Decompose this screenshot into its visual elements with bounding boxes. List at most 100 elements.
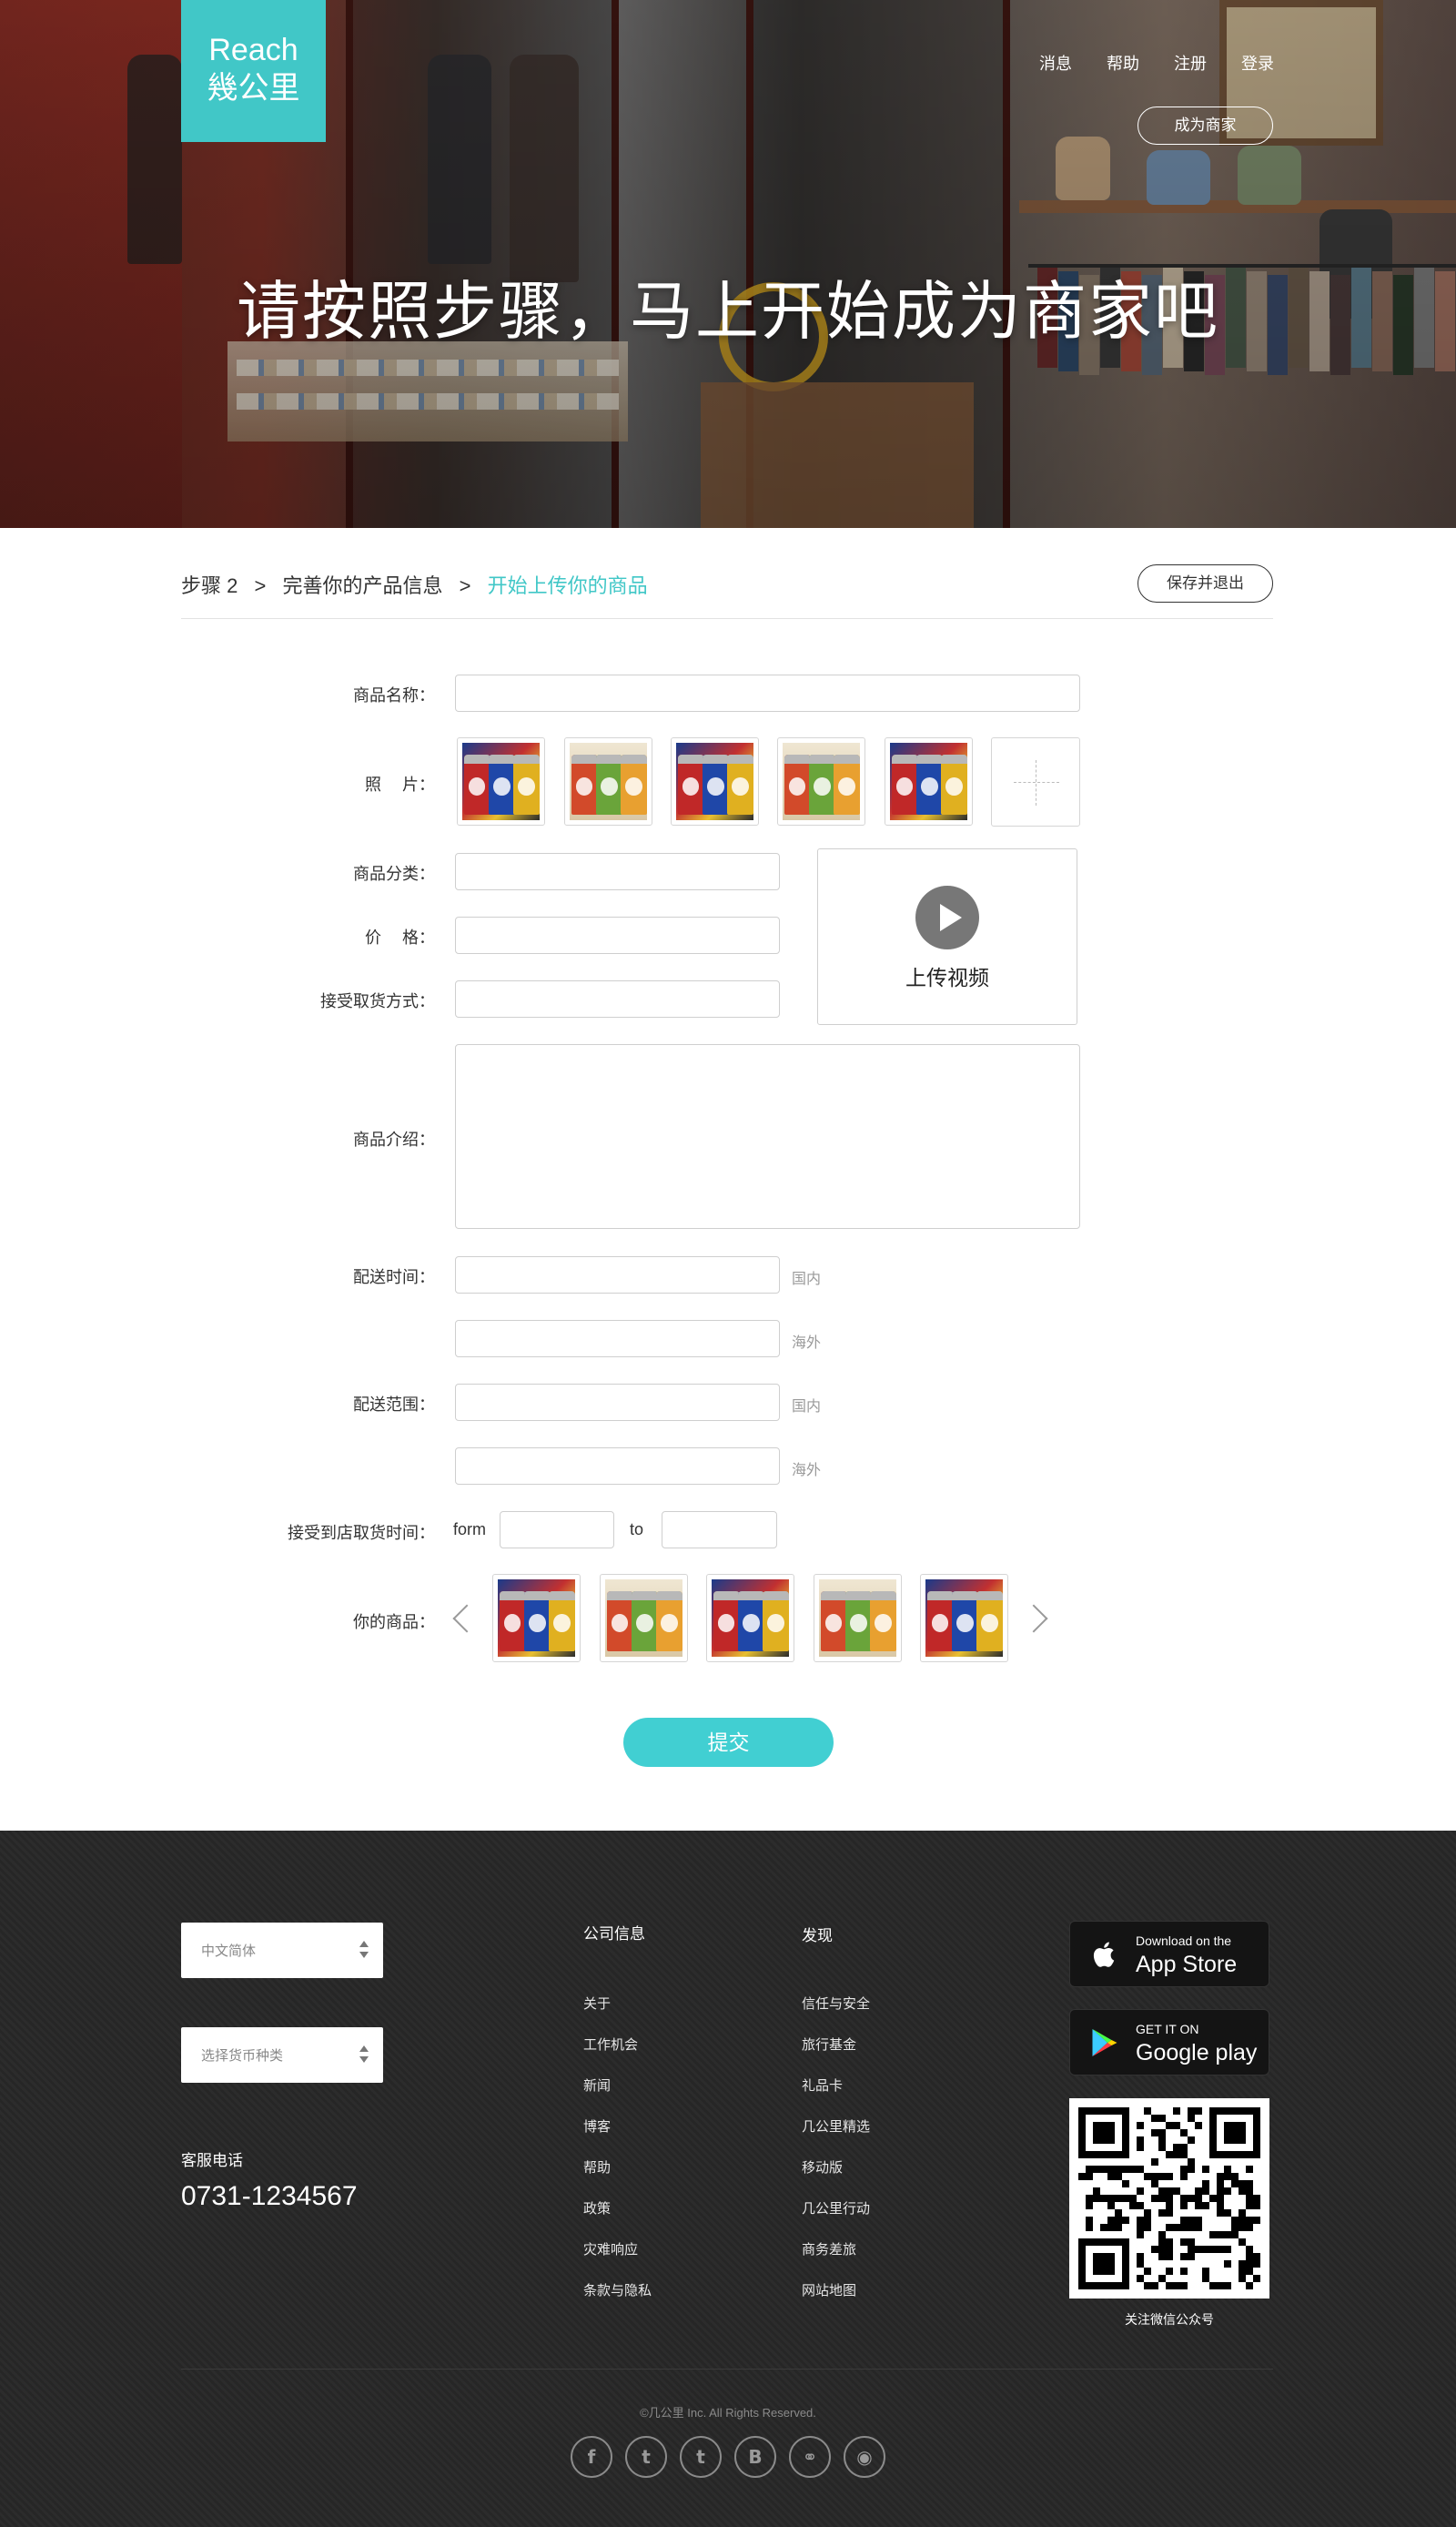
delivery-range-overseas-input[interactable] [455, 1447, 780, 1485]
brand-logo[interactable]: Reach 幾公里 [181, 0, 326, 142]
product-can [891, 754, 918, 815]
to-label: to [630, 1520, 644, 1538]
product-intro-textarea[interactable] [455, 1044, 1080, 1229]
footer-link[interactable]: 礼品卡 [802, 2075, 843, 2095]
delivery-time-overseas-input[interactable] [455, 1320, 780, 1357]
category-input[interactable] [455, 853, 780, 890]
submit-button[interactable]: 提交 [623, 1718, 834, 1767]
product-image [925, 1579, 1003, 1657]
nav-register[interactable]: 注册 [1174, 51, 1207, 75]
product-can [844, 1590, 872, 1651]
product-can [713, 1590, 740, 1651]
save-and-exit-button[interactable]: 保存并退出 [1138, 564, 1273, 603]
footer-link[interactable]: 帮助 [583, 2157, 611, 2177]
nav-help[interactable]: 帮助 [1107, 51, 1139, 75]
footer-link[interactable]: 网站地图 [802, 2280, 856, 2299]
hero-title: 请按照步骤，马上开始成为商家吧 [237, 276, 1219, 347]
product-can [463, 754, 490, 815]
qr-code-image [1078, 2107, 1260, 2289]
google-play-big-text: Google play [1136, 2040, 1258, 2065]
product-can [784, 754, 811, 815]
product-can [737, 1590, 764, 1651]
tumblr-icon[interactable]: t [680, 2436, 722, 2478]
footer-link[interactable]: 几公里精选 [802, 2116, 870, 2136]
carousel-prev-arrow-icon[interactable] [452, 1604, 481, 1633]
breadcrumb-current[interactable]: 完善你的产品信息 [282, 574, 442, 597]
product-can [951, 1590, 978, 1651]
product-can [513, 754, 540, 815]
language-select[interactable]: 中文简体 [181, 1923, 383, 1978]
product-can [808, 754, 835, 815]
product-can [549, 1590, 575, 1651]
blogger-icon[interactable]: B [734, 2436, 776, 2478]
product-name-label: 商品名称： [353, 686, 435, 705]
footer-link[interactable]: 新闻 [583, 2075, 611, 2095]
domestic-suffix: 国内 [792, 1399, 822, 1415]
price-input[interactable] [455, 917, 780, 954]
become-merchant-button[interactable]: 成为商家 [1138, 107, 1273, 145]
footer-link[interactable]: 商务差旅 [802, 2239, 856, 2258]
app-store-badge[interactable]: Download on the App Store [1069, 1921, 1269, 1987]
footer-link[interactable]: 关于 [583, 1994, 611, 2013]
footer-link[interactable]: 工作机会 [583, 2035, 638, 2054]
footer-link[interactable]: 移动版 [802, 2157, 843, 2177]
nav-messages[interactable]: 消息 [1039, 51, 1072, 75]
pickup-from-input[interactable] [500, 1511, 614, 1548]
hotline-number: 0731-1234567 [181, 2181, 358, 2211]
product-can [677, 754, 704, 815]
app-store-big-text: App Store [1136, 1952, 1238, 1977]
footer-link[interactable]: 信任与安全 [802, 1994, 870, 2013]
footer-link[interactable]: 博客 [583, 2116, 611, 2136]
product-can [523, 1590, 551, 1651]
product-thumbnail[interactable] [706, 1574, 794, 1662]
product-thumbnail[interactable] [492, 1574, 581, 1662]
product-thumbnail[interactable] [564, 737, 652, 826]
carousel-next-arrow-icon[interactable] [1019, 1604, 1048, 1633]
step-breadcrumb-bar: 步骤 2 > 完善你的产品信息 > 开始上传你的商品 保存并退出 [181, 564, 1273, 619]
product-thumbnail[interactable] [457, 737, 545, 826]
sort-up-icon [359, 2045, 369, 2052]
product-image [676, 743, 753, 820]
footer-link[interactable]: 条款与隐私 [583, 2280, 652, 2299]
product-thumbnail[interactable] [600, 1574, 688, 1662]
product-can [820, 1590, 847, 1651]
product-can [631, 1590, 658, 1651]
add-photo-button[interactable] [991, 737, 1080, 827]
product-thumbnail[interactable] [671, 737, 759, 826]
product-can [763, 1590, 789, 1651]
weibo-icon[interactable]: ◉ [844, 2436, 885, 2478]
domestic-suffix: 国内 [792, 1272, 822, 1287]
hotline-label: 客服电话 [181, 2152, 243, 2169]
footer-link[interactable]: 政策 [583, 2198, 611, 2217]
upload-video-button[interactable]: 上传视频 [817, 848, 1077, 1025]
delivery-range-domestic-input[interactable] [455, 1384, 780, 1421]
google-play-badge[interactable]: GET IT ON Google play [1069, 2009, 1269, 2075]
pickup-method-input[interactable] [455, 980, 780, 1018]
footer-link[interactable]: 旅行基金 [802, 2035, 856, 2054]
product-can [834, 754, 860, 815]
breadcrumb-separator: > [254, 574, 267, 597]
footer-divider [181, 2369, 1273, 2370]
qr-caption: 关注微信公众号 [1125, 2312, 1214, 2327]
sort-down-icon [359, 1952, 369, 1958]
twitter-icon[interactable]: t [625, 2436, 667, 2478]
delivery-time-domestic-input[interactable] [455, 1256, 780, 1294]
product-image [783, 743, 860, 820]
breadcrumb-next[interactable]: 开始上传你的商品 [488, 574, 648, 597]
plus-icon [1014, 782, 1059, 783]
product-thumbnail[interactable] [885, 737, 973, 826]
facebook-icon[interactable]: f [571, 2436, 612, 2478]
footer-link[interactable]: 几公里行动 [802, 2198, 870, 2217]
store-pickup-time-label: 接受到店取货时间： [288, 1524, 435, 1542]
footer-link[interactable]: 灾难响应 [583, 2239, 638, 2258]
product-thumbnail[interactable] [814, 1574, 902, 1662]
breadcrumb-separator: > [459, 574, 471, 597]
wechat-icon[interactable]: ⚭ [789, 2436, 831, 2478]
product-thumbnail[interactable] [920, 1574, 1008, 1662]
currency-select[interactable]: 选择货币种类 [181, 2027, 383, 2083]
nav-login[interactable]: 登录 [1241, 51, 1274, 75]
pickup-to-input[interactable] [662, 1511, 777, 1548]
product-thumbnail[interactable] [777, 737, 865, 826]
logo-line-2: 幾公里 [207, 71, 300, 106]
product-name-input[interactable] [455, 675, 1080, 712]
